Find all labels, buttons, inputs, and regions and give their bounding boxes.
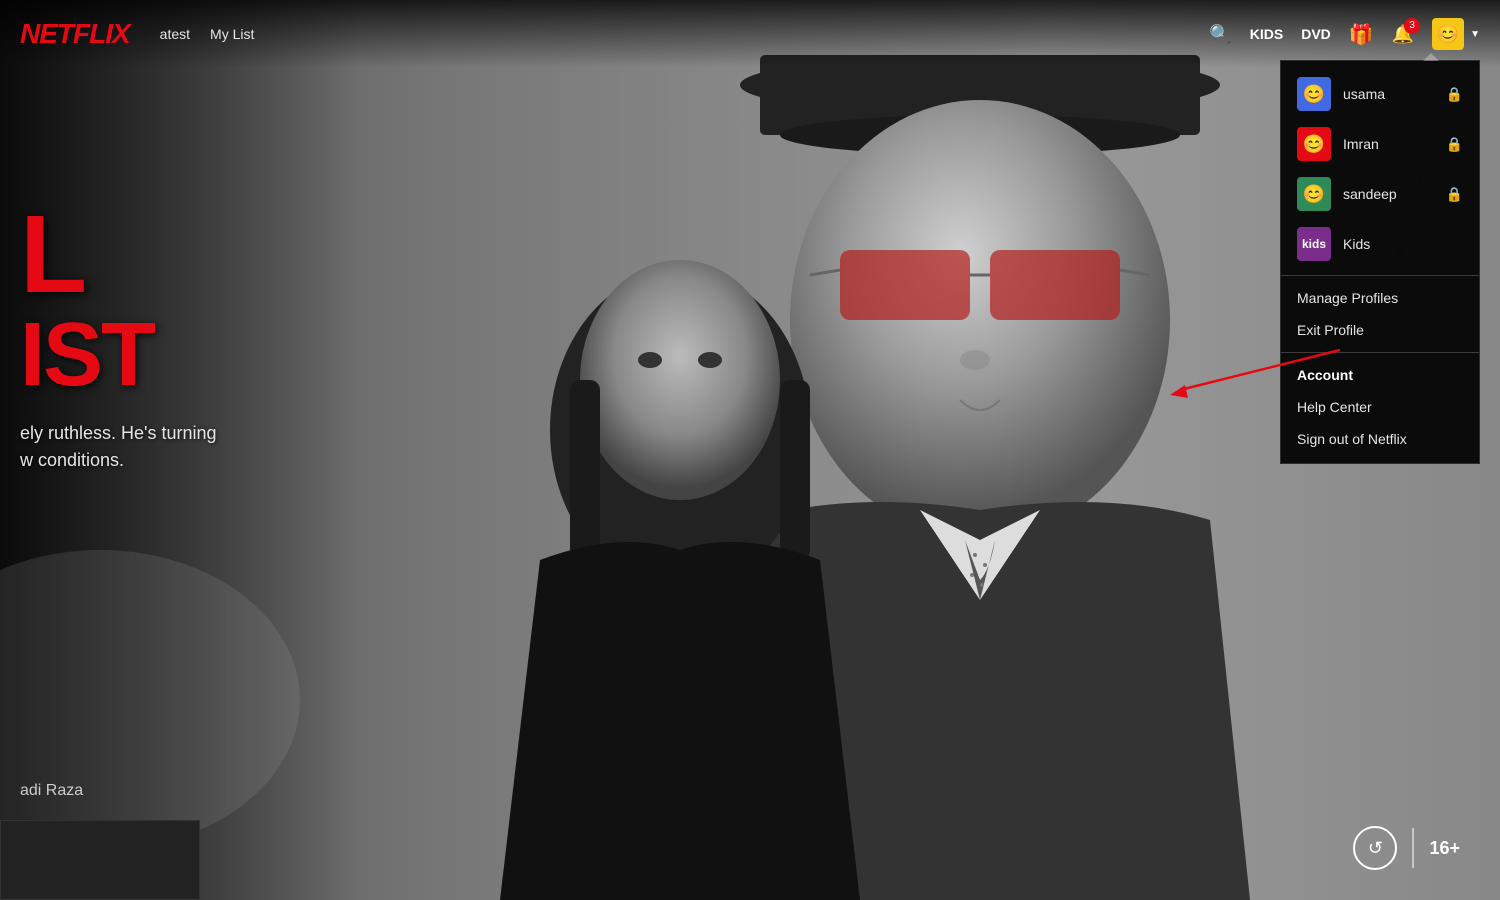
current-profile-avatar[interactable]: 😊 [1432,18,1464,50]
bottom-controls: ↺ 16+ [1353,826,1460,870]
dvd-button[interactable]: DVD [1301,26,1331,42]
creator-label: adi Raza [20,782,83,800]
profile-name-usama: usama [1343,86,1434,102]
profile-dropdown: 😊 usama 🔒 😊 Imran 🔒 😊 sandeep 🔒 kids Kid… [1280,60,1480,464]
bottom-thumbnail [0,820,200,900]
show-title: IST [20,310,217,400]
show-title-prefix: L [20,200,217,310]
help-center-link[interactable]: Help Center [1281,391,1479,423]
kids-button[interactable]: KIDS [1250,26,1283,42]
sign-out-link[interactable]: Sign out of Netflix [1281,423,1479,455]
gift-icon[interactable]: 🎁 [1349,22,1374,47]
profile-avatar-imran: 😊 [1297,127,1331,161]
profile-item-usama[interactable]: 😊 usama 🔒 [1281,69,1479,119]
profile-avatar-usama: 😊 [1297,77,1331,111]
exit-profile-link[interactable]: Exit Profile [1281,314,1479,346]
navbar: NETFLIX atest My List 🔍 KIDS DVD 🎁 🔔 3 😊… [0,0,1500,68]
lock-icon-usama: 🔒 [1446,86,1463,103]
profile-item-sandeep[interactable]: 😊 sandeep 🔒 [1281,169,1479,219]
netflix-logo: NETFLIX [20,18,130,50]
account-link[interactable]: Account [1281,359,1479,391]
lock-icon-sandeep: 🔒 [1446,186,1463,203]
profile-avatar-sandeep: 😊 [1297,177,1331,211]
nav-links: atest My List [160,26,1210,42]
nav-link-mylist[interactable]: My List [210,26,254,42]
profile-name-sandeep: sandeep [1343,186,1434,202]
nav-link-latest[interactable]: atest [160,26,190,42]
nav-right: 🔍 KIDS DVD 🎁 🔔 3 😊 ▼ [1209,18,1480,50]
show-description: ely ruthless. He's turning w conditions. [20,420,217,474]
profile-avatar-kids: kids [1297,227,1331,261]
controls-divider [1412,828,1414,868]
notification-badge: 3 [1404,18,1420,34]
manage-profiles-link[interactable]: Manage Profiles [1281,282,1479,314]
hero-content: L IST ely ruthless. He's turning w condi… [20,200,217,474]
profile-menu-trigger[interactable]: 😊 ▼ [1432,18,1480,50]
age-rating-badge: 16+ [1429,838,1460,859]
lock-icon-imran: 🔒 [1446,136,1463,153]
profile-name-kids: Kids [1343,236,1463,252]
replay-button[interactable]: ↺ [1353,826,1397,870]
profile-caret-icon[interactable]: ▼ [1470,29,1480,40]
profile-item-imran[interactable]: 😊 Imran 🔒 [1281,119,1479,169]
notifications-icon[interactable]: 🔔 3 [1392,24,1414,45]
search-icon[interactable]: 🔍 [1209,24,1231,45]
profile-name-imran: Imran [1343,136,1434,152]
dropdown-divider-1 [1281,275,1479,276]
profile-item-kids[interactable]: kids Kids [1281,219,1479,269]
dropdown-divider-2 [1281,352,1479,353]
